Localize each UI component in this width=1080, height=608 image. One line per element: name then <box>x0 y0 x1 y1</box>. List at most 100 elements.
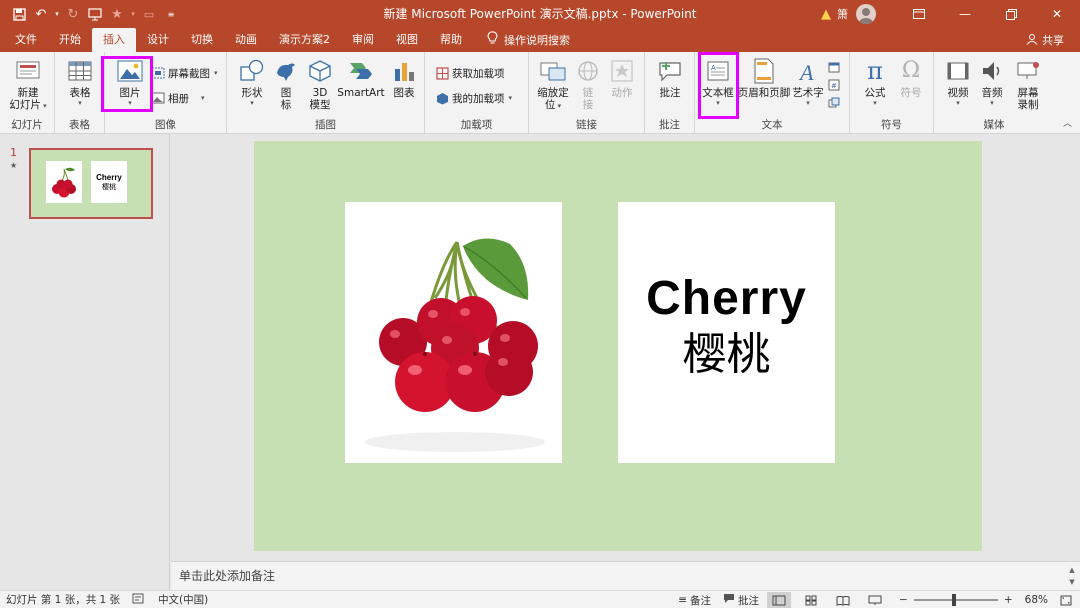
zoom-slider-thumb[interactable] <box>951 594 956 606</box>
bar-chart-icon <box>390 57 418 85</box>
group-links: 缩放定 位 ▾ 链 接 动作 链接 <box>529 52 645 134</box>
table-button[interactable]: 表格 ▾ <box>63 57 97 107</box>
screenshot-button[interactable]: 屏幕截图 ▾ <box>151 64 218 82</box>
screen-recording-button[interactable]: 屏幕 录制 <box>1012 57 1044 111</box>
3d-models-button[interactable]: 3D 模型 <box>305 57 335 111</box>
tab-insert[interactable]: 插入 <box>92 28 136 52</box>
language-indicator[interactable]: 中文(中国) <box>158 592 208 607</box>
object-button[interactable] <box>827 94 844 112</box>
zoom-slider[interactable] <box>913 594 998 606</box>
action-star-icon <box>608 57 636 85</box>
share-button[interactable]: 共享 <box>1026 28 1064 52</box>
header-footer-icon <box>750 57 778 85</box>
close-icon[interactable]: ✕ <box>1034 0 1080 28</box>
star-icon[interactable]: ★ <box>106 3 128 25</box>
tab-home[interactable]: 开始 <box>48 28 92 52</box>
save-icon[interactable] <box>8 3 30 25</box>
comment-bubble-icon <box>723 593 735 607</box>
zoom-label-1: 缩放定 <box>537 87 569 99</box>
notes-pane[interactable]: 单击此处添加备注 ▲ ▼ <box>171 561 1080 590</box>
symbol-button[interactable]: Ω 符号 <box>894 57 928 100</box>
undo-icon[interactable]: ↶ <box>30 3 52 25</box>
header-footer-button[interactable]: 页眉和页脚 <box>737 57 791 99</box>
get-addins-button[interactable]: 获取加载项 <box>435 64 505 82</box>
chart-button[interactable]: 图表 <box>389 57 419 99</box>
tab-slideshow[interactable]: 演示方案2 <box>268 28 341 52</box>
vertical-scrollbar[interactable] <box>1066 134 1080 561</box>
tab-file[interactable]: 文件 <box>4 28 48 52</box>
redo-icon[interactable]: ↻ <box>62 3 84 25</box>
slide[interactable]: Cherry 樱桃 <box>254 141 982 551</box>
comments-toggle[interactable]: 批注 <box>723 593 759 608</box>
collapse-ribbon-icon[interactable]: ︿ <box>1063 116 1072 129</box>
notes-toggle[interactable]: ≡ 备注 <box>678 593 711 608</box>
slide-thumbnail[interactable]: Cherry 樱桃 <box>29 148 153 219</box>
chevron-down-icon: ▾ <box>214 69 218 77</box>
tab-help[interactable]: 帮助 <box>429 28 473 52</box>
tab-view[interactable]: 视图 <box>385 28 429 52</box>
screen-recording-label-1: 屏幕 <box>1017 87 1039 99</box>
slideshow-icon[interactable]: ▭ <box>138 3 160 25</box>
minimize-icon[interactable]: — <box>942 0 988 28</box>
new-slide-button[interactable]: 新建 幻灯片 ▾ <box>6 57 50 111</box>
animation-star-icon: ★ <box>10 161 18 170</box>
cherry-text-box[interactable]: Cherry 樱桃 <box>618 202 835 463</box>
undo-dropdown-icon[interactable]: ▾ <box>52 3 62 25</box>
icons-label-1: 图 <box>280 87 292 99</box>
slide-number: 1 <box>10 146 17 159</box>
chevron-down-icon: ▾ <box>250 99 254 107</box>
zoom-button[interactable]: 缩放定 位 ▾ <box>534 57 572 111</box>
group-label-symbols: 符号 <box>881 119 902 131</box>
notes-scroll-buttons[interactable]: ▲ ▼ <box>1066 564 1078 588</box>
my-addins-button[interactable]: 我的加载项 ▾ <box>435 89 512 107</box>
user-name[interactable]: 箫 <box>837 6 848 22</box>
date-time-button[interactable] <box>827 58 844 76</box>
shapes-button[interactable]: 形状 ▾ <box>235 57 269 107</box>
zoom-level[interactable]: 68% <box>1025 594 1048 606</box>
fit-to-window-icon[interactable] <box>1060 595 1072 606</box>
tab-review[interactable]: 审阅 <box>341 28 385 52</box>
audio-button[interactable]: 音频 ▾ <box>976 57 1008 107</box>
tell-me-search[interactable]: 操作说明搜索 <box>473 28 570 52</box>
restore-icon[interactable] <box>988 0 1034 28</box>
person-icon <box>1026 33 1038 48</box>
new-slide-icon <box>14 57 42 85</box>
icons-button[interactable]: 图 标 <box>271 57 301 111</box>
reading-view-icon[interactable] <box>831 592 855 608</box>
star-dropdown-icon[interactable]: ▾ <box>128 3 138 25</box>
zoom-out-button[interactable]: − <box>899 594 908 606</box>
slide-sorter-icon[interactable] <box>799 592 823 608</box>
calendar-icon <box>827 60 841 74</box>
present-icon[interactable] <box>84 3 106 25</box>
group-tables: 表格 ▾ 表格 <box>55 52 105 134</box>
link-button[interactable]: 链 接 <box>574 57 602 111</box>
tab-animations[interactable]: 动画 <box>224 28 268 52</box>
warning-icon[interactable]: ▲ <box>821 7 831 22</box>
album-button[interactable]: 相册 ▾ <box>151 89 205 107</box>
smartart-icon <box>347 57 375 85</box>
wordart-button[interactable]: A 艺术字 ▾ <box>791 57 825 107</box>
chevron-down-icon: ▾ <box>956 99 960 107</box>
svg-text:#: # <box>831 82 837 90</box>
status-bar: 幻灯片 第 1 张，共 1 张 中文(中国) ≡ 备注 批注 − + 68% <box>0 590 1080 608</box>
avatar[interactable] <box>856 4 876 24</box>
group-illustrations: 形状 ▾ 图 标 3D 模型 SmartArt 图表 插图 <box>227 52 425 134</box>
tab-transitions[interactable]: 切换 <box>180 28 224 52</box>
comment-button[interactable]: 批注 <box>653 57 687 99</box>
cherry-image[interactable] <box>345 202 562 463</box>
action-button[interactable]: 动作 <box>606 57 638 99</box>
normal-view-icon[interactable] <box>767 592 792 608</box>
customize-qat-icon[interactable]: ≡ <box>160 3 182 25</box>
zoom-in-button[interactable]: + <box>1004 594 1013 606</box>
wordart-label: 艺术字 <box>792 87 824 99</box>
video-button[interactable]: 视频 ▾ <box>942 57 974 107</box>
shapes-icon <box>238 57 266 85</box>
slide-number-button[interactable]: # <box>827 76 844 94</box>
tab-design[interactable]: 设计 <box>136 28 180 52</box>
accessibility-icon[interactable] <box>132 593 144 607</box>
equation-button[interactable]: π 公式 ▾ <box>858 57 892 107</box>
slideshow-view-icon[interactable] <box>863 592 887 608</box>
slide-info: 幻灯片 第 1 张，共 1 张 <box>6 594 121 606</box>
smartart-button[interactable]: SmartArt <box>337 57 385 99</box>
ribbon-display-options-icon[interactable] <box>896 0 942 28</box>
